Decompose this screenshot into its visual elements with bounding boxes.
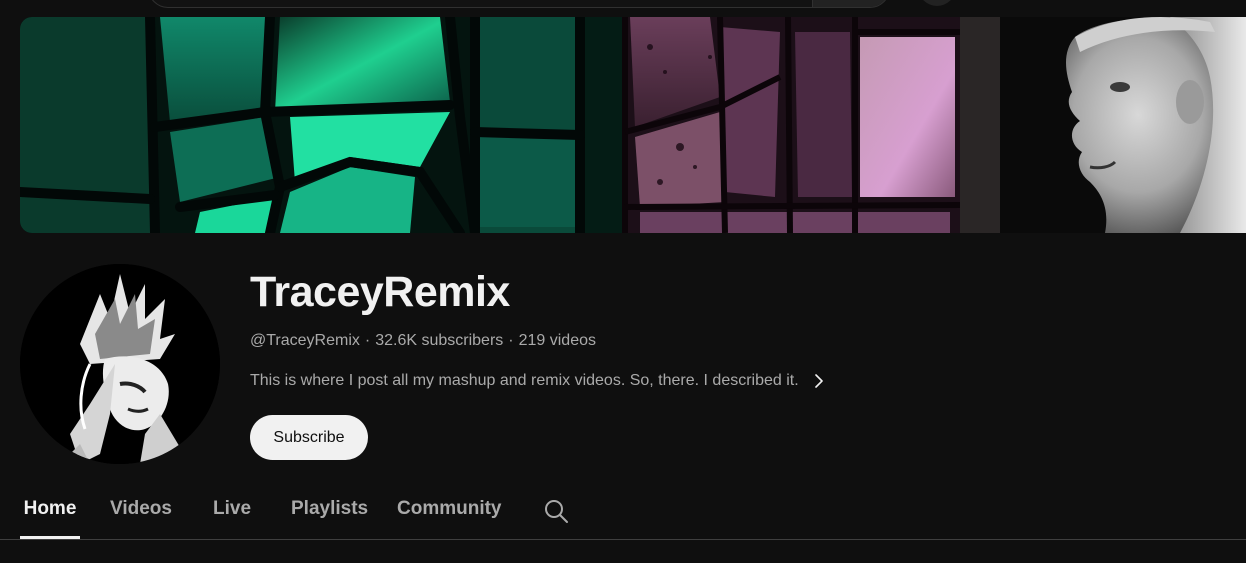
channel-page: TraceyRemix @TraceyRemix · 32.6K subscribe… [0, 0, 1246, 563]
tab-home[interactable]: Home [20, 482, 80, 539]
channel-tabs: Home Videos Live Playlists Community [20, 482, 1246, 539]
tab-videos[interactable]: Videos [110, 482, 172, 539]
subscriber-count: 32.6K subscribers [375, 332, 504, 349]
channel-banner [20, 17, 1246, 233]
search-icon[interactable] [542, 497, 570, 525]
tab-playlists[interactable]: Playlists [291, 482, 368, 539]
chevron-right-icon[interactable] [811, 373, 827, 389]
voice-search-button[interactable] [918, 0, 956, 6]
avatar-image [20, 264, 220, 464]
tabs-divider [0, 539, 1246, 540]
search-bar[interactable] [148, 0, 890, 8]
channel-meta: @TraceyRemix · 32.6K subscribers · 219 video… [250, 330, 596, 352]
channel-name: TraceyRemix [250, 268, 510, 316]
tab-live[interactable]: Live [213, 482, 251, 539]
description-text: This is where I post all my mashup and r… [250, 372, 799, 389]
tab-community[interactable]: Community [397, 482, 502, 539]
video-count: 219 videos [518, 332, 596, 349]
search-button[interactable] [812, 0, 889, 7]
meta-separator: · [364, 332, 371, 349]
subscribe-button[interactable]: Subscribe [250, 415, 368, 460]
channel-avatar[interactable] [20, 264, 220, 464]
meta-separator: · [508, 332, 514, 349]
channel-description[interactable]: This is where I post all my mashup and r… [250, 369, 827, 393]
banner-artwork [20, 17, 1246, 233]
channel-handle: @TraceyRemix [250, 332, 360, 349]
